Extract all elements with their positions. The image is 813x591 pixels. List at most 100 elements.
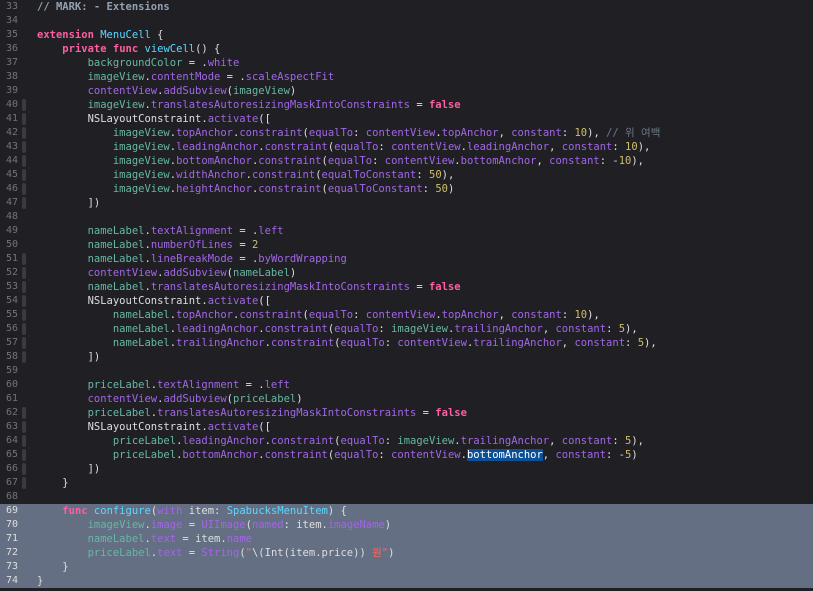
code-line[interactable]: 52 contentView.addSubview(nameLabel) [0,266,813,280]
line-number[interactable]: 34 [0,14,18,28]
code-line[interactable]: 48 [0,210,813,224]
code-line[interactable]: 46 imageView.heightAnchor.constraint(equ… [0,182,813,196]
code-text[interactable]: imageView.widthAnchor.constraint(equalTo… [37,168,454,182]
code-text[interactable]: contentView.addSubview(priceLabel) [37,392,303,406]
code-line[interactable]: 33 // MARK: - Extensions [0,0,813,14]
code-line[interactable]: 73 } [0,560,813,574]
code-text[interactable]: ]) [37,462,101,476]
line-number[interactable]: 38 [0,70,18,84]
code-line[interactable]: 43 imageView.leadingAnchor.constraint(eq… [0,140,813,154]
line-number[interactable]: 54 [0,294,18,308]
code-line[interactable]: 57 nameLabel.trailingAnchor.constraint(e… [0,336,813,350]
code-text[interactable] [37,364,88,378]
line-number[interactable]: 69 [0,504,18,518]
line-number[interactable]: 51 [0,252,18,266]
line-number[interactable]: 61 [0,392,18,406]
line-number[interactable]: 37 [0,56,18,70]
code-fold-ribbon[interactable] [22,127,26,139]
code-line[interactable]: 74} [0,574,813,588]
line-number[interactable]: 46 [0,182,18,196]
code-fold-ribbon[interactable] [22,113,26,125]
code-text[interactable]: imageView.topAnchor.constraint(equalTo: … [37,126,661,140]
code-line[interactable]: 34 [0,14,813,28]
code-fold-ribbon[interactable] [22,337,26,349]
line-number[interactable]: 45 [0,168,18,182]
code-text[interactable]: nameLabel.translatesAutoresizingMaskInto… [37,280,461,294]
code-line[interactable]: 69 func configure(with item: SpabucksMen… [0,504,813,518]
line-number[interactable]: 52 [0,266,18,280]
code-fold-ribbon[interactable] [22,309,26,321]
code-text[interactable]: nameLabel.numberOfLines = 2 [37,238,259,252]
line-number[interactable]: 62 [0,406,18,420]
code-text[interactable]: func configure(with item: SpabucksMenuIt… [37,504,347,518]
code-line[interactable]: 70 imageView.image = UIImage(named: item… [0,518,813,532]
code-line[interactable]: 56 nameLabel.leadingAnchor.constraint(eq… [0,322,813,336]
code-line[interactable]: 63 NSLayoutConstraint.activate([ [0,420,813,434]
code-fold-ribbon[interactable] [22,323,26,335]
line-number[interactable]: 73 [0,560,18,574]
code-line[interactable]: 39 contentView.addSubview(imageView) [0,84,813,98]
code-text[interactable]: } [37,560,68,574]
code-line[interactable]: 36 private func viewCell() { [0,42,813,56]
line-number[interactable]: 35 [0,28,18,42]
code-text[interactable]: private func viewCell() { [37,42,220,56]
code-fold-ribbon[interactable] [22,253,26,265]
code-editor[interactable]: 33 // MARK: - Extensions 34 35 extension Men… [0,0,813,591]
line-number[interactable]: 71 [0,532,18,546]
code-fold-ribbon[interactable] [22,477,26,489]
line-number[interactable]: 49 [0,224,18,238]
line-number[interactable]: 58 [0,350,18,364]
code-line[interactable]: 55 nameLabel.topAnchor.constraint(equalT… [0,308,813,322]
line-number[interactable]: 74 [0,574,18,588]
code-fold-ribbon[interactable] [22,407,26,419]
code-line[interactable]: 53 nameLabel.translatesAutoresizingMaskI… [0,280,813,294]
line-number[interactable]: 40 [0,98,18,112]
line-number[interactable]: 50 [0,238,18,252]
code-text[interactable]: nameLabel.leadingAnchor.constraint(equal… [37,322,638,336]
code-fold-ribbon[interactable] [22,169,26,181]
line-number[interactable]: 47 [0,196,18,210]
line-number[interactable]: 43 [0,140,18,154]
code-text[interactable]: nameLabel.lineBreakMode = .byWordWrappin… [37,252,347,266]
code-text[interactable]: // MARK: - Extensions [37,0,170,14]
code-line[interactable]: 62 priceLabel.translatesAutoresizingMask… [0,406,813,420]
line-number[interactable]: 60 [0,378,18,392]
code-text[interactable]: contentView.addSubview(nameLabel) [37,266,297,280]
code-text[interactable]: imageView.image = UIImage(named: item.im… [37,518,392,532]
code-line[interactable]: 51 nameLabel.lineBreakMode = .byWordWrap… [0,252,813,266]
code-fold-ribbon[interactable] [22,197,26,209]
code-text[interactable]: nameLabel.text = item.name [37,532,252,546]
code-text[interactable]: backgroundColor = .white [37,56,240,70]
code-text[interactable] [37,210,88,224]
code-line[interactable]: 37 backgroundColor = .white [0,56,813,70]
line-number[interactable]: 42 [0,126,18,140]
line-number[interactable]: 53 [0,280,18,294]
line-number[interactable]: 56 [0,322,18,336]
line-number[interactable]: 33 [0,0,18,14]
code-line[interactable]: 68 [0,490,813,504]
code-text[interactable]: priceLabel.text = String("\(Int(item.pri… [37,546,395,560]
code-line[interactable]: 54 NSLayoutConstraint.activate([ [0,294,813,308]
code-text[interactable]: } [37,476,68,490]
code-line[interactable]: 42 imageView.topAnchor.constraint(equalT… [0,126,813,140]
code-text[interactable]: nameLabel.textAlignment = .left [37,224,284,238]
code-text[interactable]: priceLabel.leadingAnchor.constraint(equa… [37,434,644,448]
code-text[interactable]: nameLabel.trailingAnchor.constraint(equa… [37,336,657,350]
code-line[interactable]: 47 ]) [0,196,813,210]
line-number[interactable]: 36 [0,42,18,56]
code-line[interactable]: 65 priceLabel.bottomAnchor.constraint(eq… [0,448,813,462]
code-fold-ribbon[interactable] [22,99,26,111]
code-text[interactable]: ]) [37,350,101,364]
code-line[interactable]: 59 [0,364,813,378]
code-fold-ribbon[interactable] [22,435,26,447]
code-line[interactable]: 72 priceLabel.text = String("\(Int(item.… [0,546,813,560]
code-line[interactable]: 38 imageView.contentMode = .scaleAspectF… [0,70,813,84]
code-line[interactable]: 35 extension MenuCell { [0,28,813,42]
code-line[interactable]: 50 nameLabel.numberOfLines = 2 [0,238,813,252]
code-line[interactable]: 41 NSLayoutConstraint.activate([ [0,112,813,126]
code-line[interactable]: 66 ]) [0,462,813,476]
code-line[interactable]: 64 priceLabel.leadingAnchor.constraint(e… [0,434,813,448]
code-fold-ribbon[interactable] [22,295,26,307]
code-text[interactable]: NSLayoutConstraint.activate([ [37,294,271,308]
code-fold-ribbon[interactable] [22,463,26,475]
